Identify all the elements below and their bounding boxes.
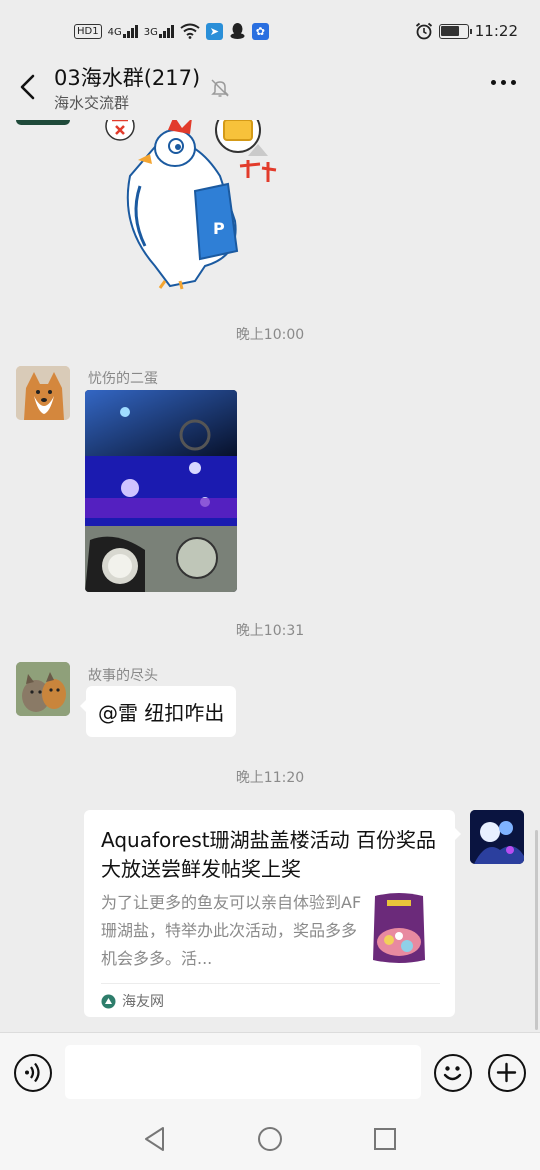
shiba-dog-avatar-icon — [16, 366, 70, 420]
avatar[interactable] — [16, 366, 70, 420]
avatar[interactable] — [470, 810, 524, 864]
nav-home-icon[interactable] — [257, 1126, 283, 1152]
avatar[interactable] — [16, 120, 70, 125]
emoji-icon — [443, 1066, 462, 1081]
image-message[interactable] — [85, 390, 237, 592]
source-name: 海友网 — [122, 994, 164, 1010]
self-avatar-icon — [470, 810, 524, 864]
link-card-description: 为了让更多的鱼友可以亲自体验到AF珊湖盐，特举办此次活动，奖品多多机会多多。活.… — [101, 893, 362, 968]
link-card-message[interactable]: Aquaforest珊湖盐盖楼活动 百份奖品大放送尝鲜发帖奖上奖 为了让更多的鱼… — [84, 810, 461, 1017]
more-options-button[interactable] — [491, 80, 516, 85]
chat-subtitle: 海水交流群 — [54, 94, 130, 112]
avatar[interactable] — [16, 662, 70, 716]
input-bar — [0, 1032, 540, 1112]
chat-header: 03海水群(217) 海水交流群 — [0, 56, 540, 120]
timestamp: 晚上10:00 — [235, 327, 305, 343]
source-logo-icon — [101, 994, 116, 1008]
plus-icon — [496, 1062, 517, 1083]
wifi-icon — [180, 23, 200, 39]
qq-app-icon — [230, 23, 245, 39]
baidu-app-icon: ✿ — [251, 22, 269, 40]
svg-text:P: P — [213, 219, 225, 238]
timestamp: 晚上10:31 — [235, 623, 305, 639]
status-bar: HD1 4G 3G ➤ ✿ 11:22 — [0, 0, 540, 62]
battery-level — [441, 26, 460, 36]
message-input[interactable] — [65, 1045, 421, 1099]
telegram-app-icon: ➤ — [205, 22, 223, 40]
bell-off-icon — [211, 79, 229, 97]
status-time: 11:22 — [474, 22, 518, 40]
link-card-source: 海友网 — [101, 991, 164, 1011]
emoji-button[interactable] — [434, 1054, 472, 1092]
alarm-icon — [415, 22, 432, 40]
cats-avatar-icon — [16, 662, 70, 716]
battery-icon — [438, 23, 472, 39]
sender-name: 忧伤的二蛋 — [88, 371, 158, 387]
aquarium-light-photo — [85, 390, 237, 592]
signal-3g-icon: 3G — [144, 24, 174, 38]
voice-icon — [25, 1062, 40, 1083]
system-navigation-bar — [0, 1112, 540, 1170]
sender-name: 故事的尽头 — [88, 668, 158, 684]
timestamp: 晚上11:20 — [235, 770, 305, 786]
link-card-title: Aquaforest珊湖盐盖楼活动 百份奖品大放送尝鲜发帖奖上奖 — [101, 828, 436, 881]
card-divider — [101, 983, 440, 984]
sticker-image[interactable]: P — [100, 120, 290, 291]
voice-button[interactable] — [14, 1054, 52, 1092]
nav-recents-icon[interactable] — [373, 1126, 397, 1152]
signal-4g-icon: 4G — [108, 24, 138, 38]
status-bar-left: HD1 4G 3G ➤ ✿ — [74, 22, 269, 40]
text-message-bubble[interactable]: @雷 纽扣咋出 — [79, 686, 237, 737]
back-button[interactable] — [16, 72, 40, 102]
scrollbar[interactable] — [535, 830, 538, 1030]
salt-bag-thumbnail — [373, 893, 425, 963]
hd-indicator: HD1 — [74, 23, 102, 39]
message-list[interactable]: P 晚上10:00 忧伤的二蛋 晚上10:31 故事的尽头 @雷 纽扣咋出 晚上… — [0, 120, 540, 1032]
plus-button[interactable] — [488, 1054, 526, 1092]
status-bar-right: 11:22 — [415, 22, 518, 40]
chat-title[interactable]: 03海水群(217) — [54, 62, 200, 92]
more-dots-icon — [491, 80, 496, 85]
nav-back-icon[interactable] — [143, 1126, 167, 1152]
